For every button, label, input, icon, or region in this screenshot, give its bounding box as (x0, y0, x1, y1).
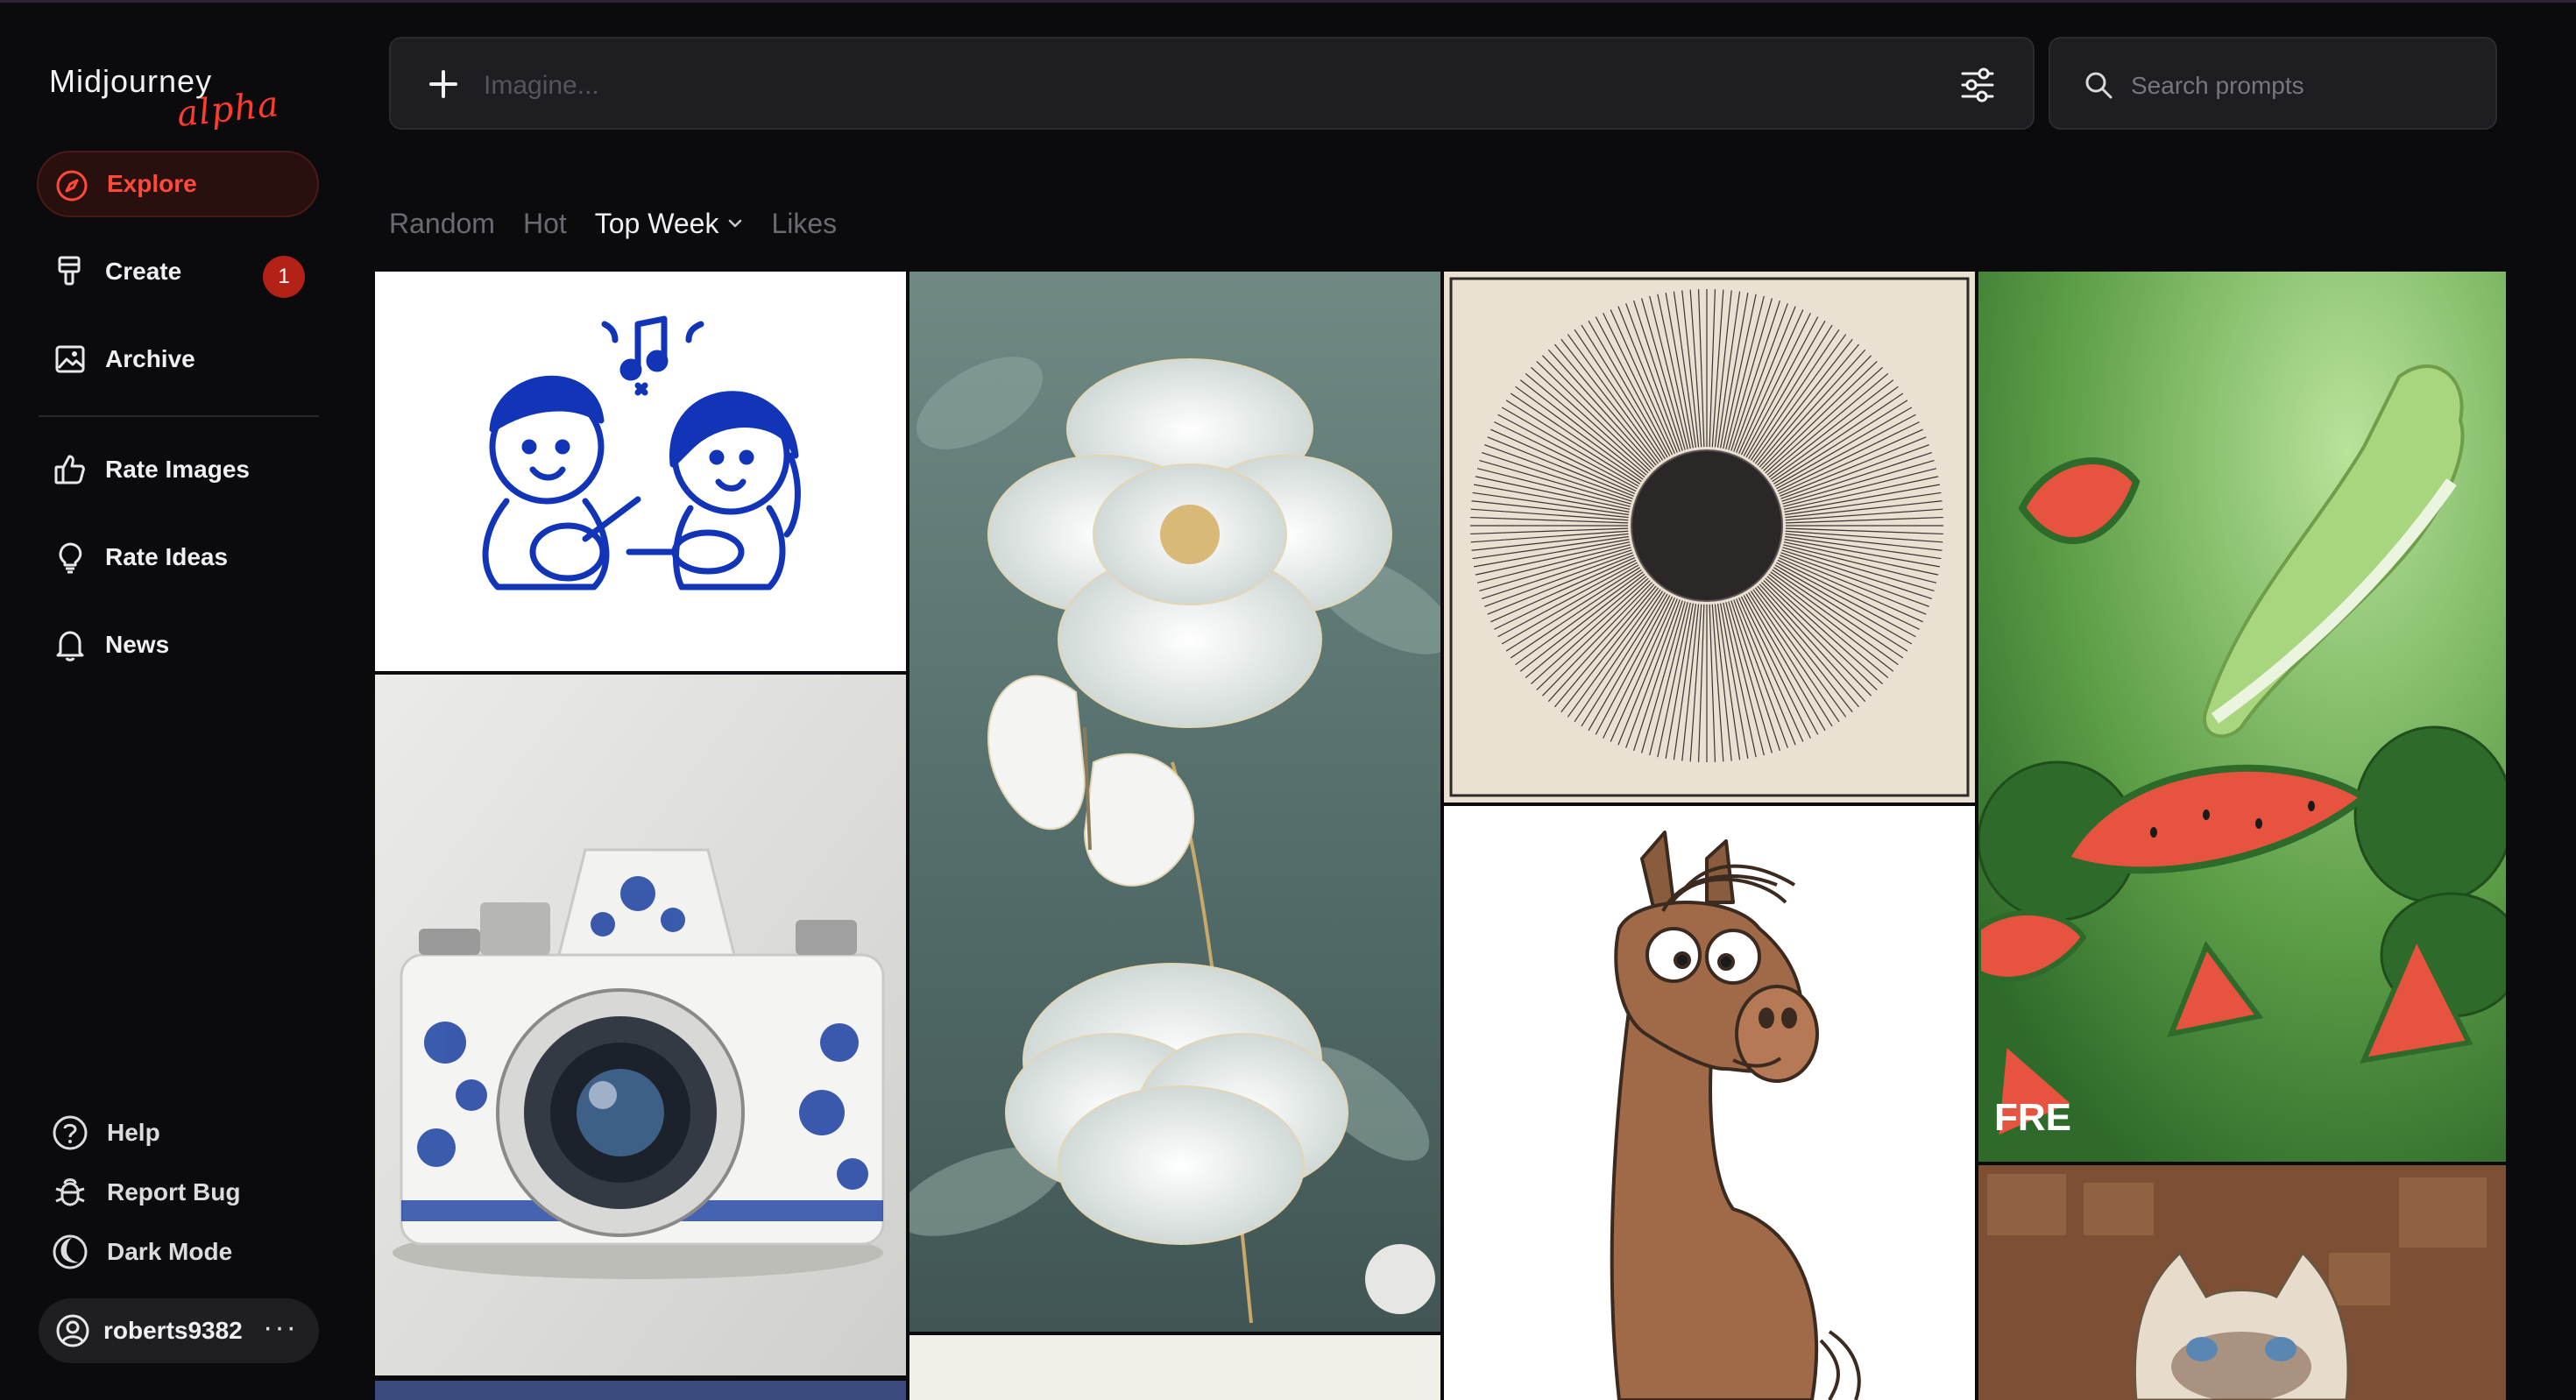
feed-tabs: Random Hot Top Week Likes (389, 202, 865, 245)
sidebar-item-label: Explore (107, 170, 197, 197)
plus-icon[interactable] (424, 65, 463, 103)
more-options-icon[interactable]: ··· (263, 1311, 298, 1345)
sidebar-item-archive[interactable]: Archive (37, 326, 319, 392)
help-label: Help (107, 1119, 160, 1146)
midjourney-logo[interactable]: Midjourney alpha (49, 63, 281, 135)
gallery-image-partial[interactable] (375, 1381, 906, 1400)
tab-hot[interactable]: Hot (523, 208, 567, 240)
bug-icon (55, 1178, 85, 1206)
image-icon (55, 345, 85, 373)
help-link[interactable]: Help (51, 1111, 160, 1155)
gallery-image-kids-guitar[interactable] (375, 272, 906, 671)
porcelain-camera-illustration (375, 675, 906, 1375)
sidebar-item-create[interactable]: Create 1 (37, 238, 319, 305)
sidebar-divider (39, 415, 319, 417)
dark-mode-toggle[interactable]: Dark Mode (51, 1230, 232, 1274)
sidebar-item-explore[interactable]: Explore (37, 151, 319, 217)
gallery-image-white-peony[interactable] (909, 272, 1440, 1332)
sidebar-item-label: Archive (105, 345, 195, 372)
sidebar: Midjourney alpha Explore Create 1 Archiv… (0, 0, 350, 1400)
user-avatar-icon (56, 1314, 89, 1347)
compass-icon (56, 170, 88, 202)
sidebar-item-label: Create (105, 258, 182, 285)
search-prompts-box (2049, 37, 2497, 130)
dark-mode-label: Dark Mode (107, 1238, 233, 1265)
report-bug-link[interactable]: Report Bug (51, 1170, 240, 1214)
cartoon-horse-illustration (1444, 806, 1975, 1400)
sidebar-item-label: Rate Images (105, 456, 250, 483)
sidebar-item-news[interactable]: News (37, 612, 319, 678)
imagine-bar (389, 37, 2035, 130)
grumpy-cat-illustration (1978, 1165, 2506, 1400)
gallery-image-porcelain-camera[interactable] (375, 675, 906, 1375)
paintbrush-icon (58, 256, 81, 286)
kids-guitar-illustration (482, 315, 801, 590)
sidebar-item-rate-images[interactable]: Rate Images (37, 436, 319, 503)
chevron-down-icon (729, 219, 742, 228)
search-icon (2085, 72, 2112, 99)
bell-icon (56, 631, 84, 661)
lightbulb-icon (59, 542, 82, 574)
sliders-icon[interactable] (1957, 65, 1998, 105)
report-bug-label: Report Bug (107, 1178, 241, 1206)
moon-icon (53, 1234, 88, 1269)
gallery-image-watermelon-sneaker[interactable]: FRE (1978, 272, 2506, 1162)
gallery-image-radiating-sun[interactable] (1444, 272, 1975, 803)
imagine-input[interactable] (482, 63, 1887, 109)
tab-random[interactable]: Random (389, 208, 495, 240)
sidebar-item-label: Rate Ideas (105, 543, 229, 570)
gallery-image-cartoon-horse[interactable] (1444, 806, 1975, 1400)
search-input[interactable] (2129, 63, 2474, 109)
window-top-border (0, 0, 2576, 3)
tab-likes[interactable]: Likes (771, 208, 837, 240)
help-circle-icon (53, 1115, 88, 1150)
watermelon-caption: FRE (1994, 1096, 2071, 1139)
tab-top-week[interactable]: Top Week (595, 208, 744, 240)
sidebar-item-label: News (105, 631, 170, 658)
gallery-image-partial-2[interactable] (909, 1335, 1440, 1400)
username: roberts9382 (103, 1317, 243, 1344)
watermelon-sneaker-illustration: FRE (1978, 272, 2506, 1162)
radiating-sun-illustration (1444, 272, 1975, 803)
notification-badge: 1 (263, 256, 305, 298)
sidebar-item-rate-ideas[interactable]: Rate Ideas (37, 524, 319, 590)
user-account-menu[interactable]: roberts9382 ··· (39, 1298, 319, 1363)
thumbs-up-icon (54, 455, 85, 484)
peony-butterfly-illustration (909, 272, 1440, 1332)
tab-label: Top Week (594, 207, 719, 239)
gallery-image-grumpy-cat[interactable] (1978, 1165, 2506, 1400)
